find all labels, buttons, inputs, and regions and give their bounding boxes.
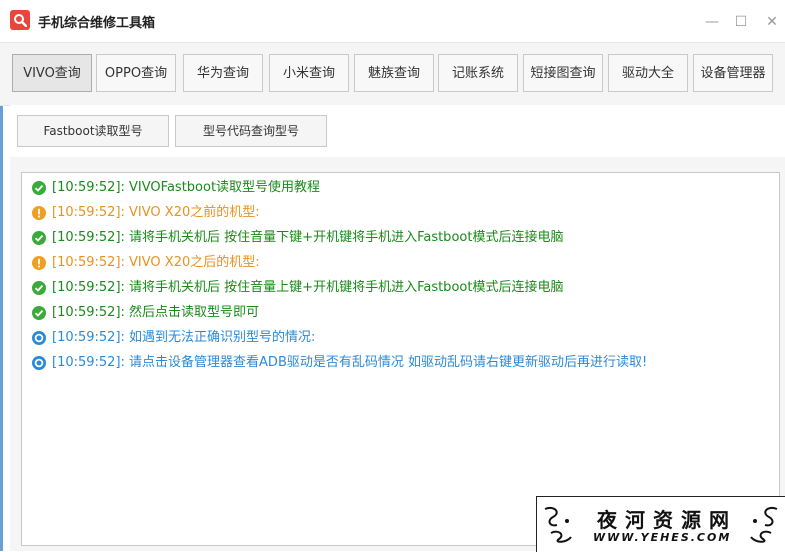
app-window: 手机综合维修工具箱 — ☐ ✕ VIVO查询 OPPO查询 华为查询 小米查询 … <box>0 0 785 552</box>
tab-short-diagram-query[interactable]: 短接图查询 <box>523 54 603 92</box>
log-entry-text: [10:59:52]: VIVO X20之前的机型: <box>52 205 260 220</box>
action-bar: Fastboot读取型号 型号代码查询型号 <box>10 105 785 157</box>
fastboot-read-model-button[interactable]: Fastboot读取型号 <box>17 115 169 147</box>
close-button[interactable]: ✕ <box>760 10 784 34</box>
warning-exclamation-icon <box>32 256 46 270</box>
log-entry-text: [10:59:52]: 请点击设备管理器查看ADB驱动是否有乱码情况 如驱动乱码… <box>52 355 648 370</box>
tab-bar: VIVO查询 OPPO查询 华为查询 小米查询 魅族查询 记账系统 短接图查询 … <box>0 42 785 106</box>
log-panel: [10:59:52]: VIVOFastboot读取型号使用教程 [10:59:… <box>10 157 785 551</box>
tab-accounting-system[interactable]: 记账系统 <box>438 54 518 92</box>
maximize-button[interactable]: ☐ <box>729 10 753 34</box>
tab-device-manager[interactable]: 设备管理器 <box>693 54 773 92</box>
tab-oppo-query[interactable]: OPPO查询 <box>96 54 176 92</box>
warning-exclamation-icon <box>32 206 46 220</box>
log-entry-text: [10:59:52]: 然后点击读取型号即可 <box>52 305 260 320</box>
info-circle-icon <box>32 356 46 370</box>
success-check-icon <box>32 181 46 195</box>
watermark-banner: 夜河资源网 WWW.YEHES.COM <box>536 496 785 552</box>
success-check-icon <box>32 281 46 295</box>
window-left-edge <box>0 42 3 551</box>
log-entry-text: [10:59:52]: 如遇到无法正确识别型号的情况: <box>52 330 316 345</box>
log-entry-text: [10:59:52]: 请将手机关机后 按住音量下键+开机键将手机进入Fastb… <box>52 230 564 245</box>
tab-xiaomi-query[interactable]: 小米查询 <box>269 54 349 92</box>
success-check-icon <box>32 231 46 245</box>
ornament-left-icon <box>544 507 572 543</box>
minimize-button[interactable]: — <box>700 10 724 34</box>
tab-huawei-query[interactable]: 华为查询 <box>183 54 263 92</box>
title-bar[interactable]: 手机综合维修工具箱 — ☐ ✕ <box>0 0 785 42</box>
tab-meizu-query[interactable]: 魅族查询 <box>354 54 434 92</box>
search-icon <box>10 10 30 30</box>
success-check-icon <box>32 306 46 320</box>
watermark-title: 夜河资源网 <box>597 508 737 532</box>
log-output: [10:59:52]: VIVOFastboot读取型号使用教程 [10:59:… <box>21 172 780 546</box>
tab-driver-collection[interactable]: 驱动大全 <box>608 54 688 92</box>
model-code-query-button[interactable]: 型号代码查询型号 <box>175 115 327 147</box>
window-title: 手机综合维修工具箱 <box>38 16 156 31</box>
ornament-right-icon <box>750 507 778 543</box>
log-entry-text: [10:59:52]: 请将手机关机后 按住音量上键+开机键将手机进入Fastb… <box>52 280 564 295</box>
info-circle-icon <box>32 331 46 345</box>
log-entry-text: [10:59:52]: VIVOFastboot读取型号使用教程 <box>52 180 321 195</box>
log-entry-text: [10:59:52]: VIVO X20之后的机型: <box>52 255 260 270</box>
tab-vivo-query[interactable]: VIVO查询 <box>12 54 92 92</box>
watermark-url: WWW.YEHES.COM <box>593 531 732 544</box>
